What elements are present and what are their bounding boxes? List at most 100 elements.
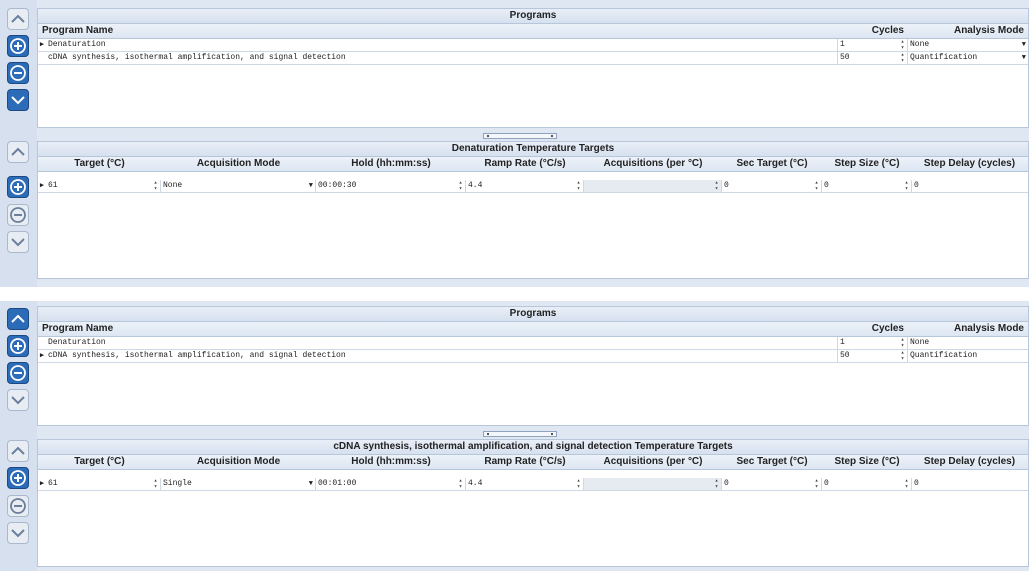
program-name-cell[interactable]: Denaturation: [46, 337, 838, 349]
sec-target-cell[interactable]: 0 ▴ ▾: [722, 478, 822, 490]
col-step-delay: Step Delay (cycles): [923, 158, 1016, 169]
ramp-rate-cell[interactable]: 4.4 ▴ ▾: [466, 180, 584, 192]
spinner-icon[interactable]: ▴ ▾: [903, 180, 910, 192]
spinner-icon[interactable]: ▴ ▾: [813, 180, 820, 192]
analysis-mode-cell[interactable]: Quantification ▼: [908, 52, 1028, 64]
spinner-icon[interactable]: ▴ ▾: [575, 478, 582, 490]
chevron-down-icon: [11, 96, 25, 105]
row-selector-empty: [38, 337, 46, 349]
splitter-handle[interactable]: [483, 431, 557, 437]
spinner-icon[interactable]: ▴ ▾: [457, 478, 464, 490]
move-target-up-button[interactable]: [7, 440, 29, 462]
plus-circle-icon: [10, 38, 26, 54]
program-row[interactable]: ▶ cDNA synthesis, isothermal amplificati…: [38, 350, 1028, 363]
add-program-button[interactable]: [7, 35, 29, 57]
acquisitions-cell[interactable]: ▴ ▾: [584, 478, 722, 490]
acquisition-mode-cell[interactable]: None ▼: [161, 180, 316, 192]
spinner-icon[interactable]: ▴ ▾: [575, 180, 582, 192]
hold-cell[interactable]: 00:00:30 ▴ ▾: [316, 180, 466, 192]
program-row[interactable]: Denaturation 1 ▴ ▾ None: [38, 337, 1028, 350]
program-row[interactable]: ▶ Denaturation 1 ▴ ▾ None ▼: [38, 39, 1028, 52]
analysis-mode-cell[interactable]: None: [908, 337, 1028, 349]
move-program-down-button[interactable]: [7, 389, 29, 411]
col-step-delay: Step Delay (cycles): [923, 456, 1016, 467]
remove-target-button[interactable]: [7, 204, 29, 226]
targets-title: cDNA synthesis, isothermal amplification…: [38, 440, 1028, 455]
temperature-targets-table: cDNA synthesis, isothermal amplification…: [37, 439, 1029, 567]
analysis-mode-cell[interactable]: None ▼: [908, 39, 1028, 51]
spinner-icon[interactable]: ▴ ▾: [899, 350, 906, 362]
remove-program-button[interactable]: [7, 362, 29, 384]
move-program-up-button[interactable]: [7, 8, 29, 30]
targets-title: Denaturation Temperature Targets: [38, 142, 1028, 157]
spinner-icon[interactable]: ▴ ▾: [899, 52, 906, 64]
cycles-cell[interactable]: 50 ▴ ▾: [838, 52, 908, 64]
col-target: Target (°C): [74, 158, 125, 169]
add-target-button[interactable]: [7, 176, 29, 198]
move-target-up-button[interactable]: [7, 141, 29, 163]
move-program-up-button[interactable]: [7, 308, 29, 330]
spinner-icon[interactable]: ▴ ▾: [152, 180, 159, 192]
sec-target-cell[interactable]: 0 ▴ ▾: [722, 180, 822, 192]
program-row[interactable]: cDNA synthesis, isothermal amplification…: [38, 52, 1028, 65]
move-target-down-button[interactable]: [7, 522, 29, 544]
acquisition-mode-cell[interactable]: Single ▼: [161, 478, 316, 490]
chevron-up-icon: [11, 147, 25, 156]
acquisitions-cell[interactable]: ▴ ▾: [584, 180, 722, 192]
col-program-name: Program Name: [42, 25, 114, 36]
spinner-icon[interactable]: ▴ ▾: [899, 39, 906, 51]
splitter-handle[interactable]: [483, 133, 557, 139]
analysis-mode-cell[interactable]: Quantification: [908, 350, 1028, 362]
cycles-cell[interactable]: 1 ▴ ▾: [838, 39, 908, 51]
move-program-down-button[interactable]: [7, 89, 29, 111]
col-sec-target: Sec Target (°C): [736, 456, 808, 467]
move-target-down-button[interactable]: [7, 231, 29, 253]
spinner-icon[interactable]: ▴ ▾: [152, 478, 159, 490]
remove-target-button[interactable]: [7, 495, 29, 517]
row-selector-icon: ▶: [39, 182, 45, 190]
ramp-rate-cell[interactable]: 4.4 ▴ ▾: [466, 478, 584, 490]
target-row[interactable]: ▶ 61 ▴ ▾ Single ▼ 00:01:00 ▴ ▾ 4.4 ▴ ▾ ▴ ▾ 0 ▴ ▾ 0…: [38, 478, 1028, 491]
chevron-up-icon: [11, 314, 25, 323]
cycles-cell[interactable]: 1 ▴ ▾: [838, 337, 908, 349]
target-cell[interactable]: 61 ▴ ▾: [46, 478, 161, 490]
chevron-down-icon: [11, 238, 25, 247]
dropdown-arrow-icon[interactable]: ▼: [1022, 52, 1026, 64]
step-delay-cell[interactable]: 0: [912, 478, 1027, 490]
side-toolbar: [0, 301, 37, 571]
targets-header: Target (°C) Acquisition Mode Hold (hh:mm…: [38, 157, 1028, 172]
dropdown-arrow-icon[interactable]: ▼: [309, 180, 313, 192]
targets-header: Target (°C) Acquisition Mode Hold (hh:mm…: [38, 455, 1028, 470]
step-size-cell[interactable]: 0 ▴ ▾: [822, 478, 912, 490]
spinner-icon[interactable]: ▴ ▾: [899, 337, 906, 349]
add-program-button[interactable]: [7, 335, 29, 357]
col-step-size: Step Size (°C): [834, 158, 900, 169]
program-name-cell[interactable]: Denaturation: [46, 39, 838, 51]
step-size-cell[interactable]: 0 ▴ ▾: [822, 180, 912, 192]
col-acquisitions: Acquisitions (per °C): [603, 456, 703, 467]
target-row[interactable]: ▶ 61 ▴ ▾ None ▼ 00:00:30 ▴ ▾ 4.4 ▴ ▾ ▴ ▾ 0 ▴ ▾ 0 ▴ ▾…: [38, 180, 1028, 193]
spinner-icon[interactable]: ▴ ▾: [713, 478, 720, 490]
dropdown-arrow-icon[interactable]: ▼: [1022, 39, 1026, 51]
cycles-cell[interactable]: 50 ▴ ▾: [838, 350, 908, 362]
add-target-button[interactable]: [7, 467, 29, 489]
program-name-cell[interactable]: cDNA synthesis, isothermal amplification…: [46, 350, 838, 362]
chevron-down-icon: [11, 396, 25, 405]
col-acquisition-mode: Acquisition Mode: [196, 456, 281, 467]
spinner-icon[interactable]: ▴ ▾: [813, 478, 820, 490]
target-cell[interactable]: 61 ▴ ▾: [46, 180, 161, 192]
dropdown-arrow-icon[interactable]: ▼: [309, 478, 313, 490]
plus-circle-icon: [10, 470, 26, 486]
minus-circle-icon: [10, 365, 26, 381]
spinner-icon[interactable]: ▴ ▾: [457, 180, 464, 192]
hold-cell[interactable]: 00:01:00 ▴ ▾: [316, 478, 466, 490]
col-sec-target: Sec Target (°C): [736, 158, 808, 169]
chevron-up-icon: [11, 14, 25, 23]
spinner-icon[interactable]: ▴ ▾: [713, 180, 720, 192]
plus-circle-icon: [10, 338, 26, 354]
step-delay-cell[interactable]: 0: [912, 180, 1027, 192]
program-name-cell[interactable]: cDNA synthesis, isothermal amplification…: [46, 52, 838, 64]
spinner-icon[interactable]: ▴ ▾: [903, 478, 910, 490]
remove-program-button[interactable]: [7, 62, 29, 84]
temperature-targets-table: Denaturation Temperature Targets Target …: [37, 141, 1029, 279]
